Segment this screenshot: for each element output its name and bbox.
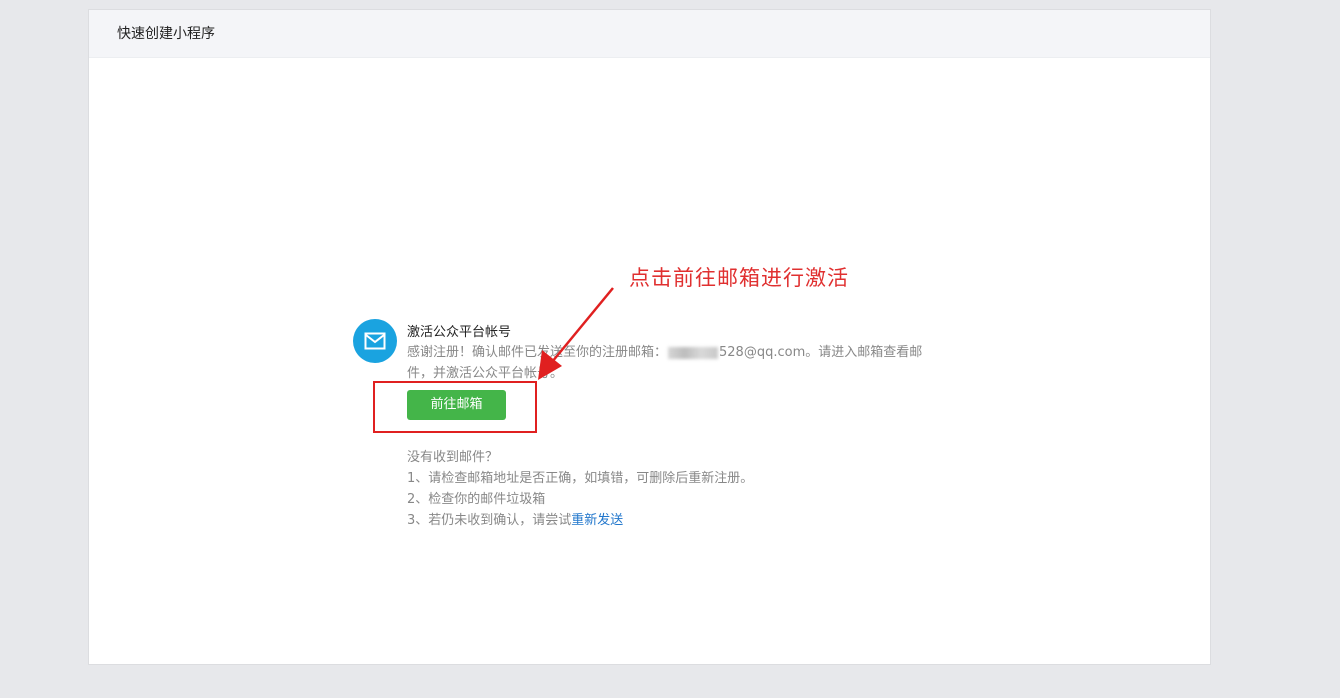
main-panel: 快速创建小程序 bbox=[88, 9, 1211, 665]
mail-icon bbox=[353, 319, 397, 363]
resend-link[interactable]: 重新发送 bbox=[571, 513, 623, 528]
page-title: 快速创建小程序 bbox=[117, 26, 215, 42]
panel-header: 快速创建小程序 bbox=[89, 10, 1210, 58]
help-tip-3-text: 3、若仍未收到确认，请尝试 bbox=[407, 513, 572, 528]
activation-description: 感谢注册！确认邮件已发送至你的注册邮箱： 528@qq.com。请进入邮箱查看邮件… bbox=[407, 342, 932, 384]
email-redaction bbox=[668, 346, 719, 359]
help-tip-1: 1、请检查邮箱地址是否正确，如填错，可删除后重新注册。 bbox=[407, 471, 754, 486]
help-tip-3: 3、若仍未收到确认，请尝试重新发送 bbox=[407, 510, 753, 531]
go-to-mailbox-button[interactable]: 前往邮箱 bbox=[407, 390, 506, 420]
help-heading: 没有收到邮件？ bbox=[407, 450, 499, 465]
activation-title: 激活公众平台帐号 bbox=[407, 325, 512, 340]
help-tip-2: 2、检查你的邮件垃圾箱 bbox=[407, 492, 546, 507]
annotation-arrow-icon bbox=[538, 287, 614, 380]
help-section: 没有收到邮件？ 1、请检查邮箱地址是否正确，如填错，可删除后重新注册。 2、检查… bbox=[407, 447, 753, 531]
email-address: 528@qq.com bbox=[719, 345, 806, 360]
annotation-text: 点击前往邮箱进行激活 bbox=[629, 266, 849, 290]
